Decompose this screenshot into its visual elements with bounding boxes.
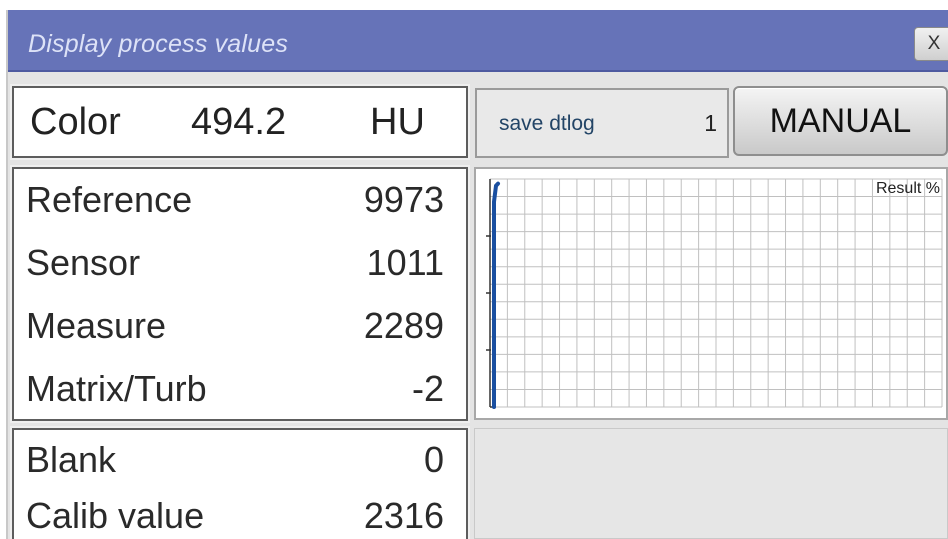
matrix-turb-value: -2 <box>411 368 444 409</box>
color-value: 494.2 <box>191 101 287 143</box>
color-label: Color <box>30 101 121 143</box>
sensor-value: 1011 <box>366 242 444 283</box>
calibration-panel: Blank 0 Calib value 2316 <box>10 426 470 539</box>
measure-value: 2289 <box>363 305 444 346</box>
result-chart-svg: Result % <box>486 178 943 409</box>
color-panel: Color 494.2 HU <box>10 84 470 160</box>
save-dtlog-label: save dtlog <box>499 112 595 135</box>
empty-panel <box>474 428 948 539</box>
close-button[interactable]: X <box>914 27 948 61</box>
blank-value: 0 <box>423 439 444 480</box>
chart-title: Result % <box>876 180 940 197</box>
matrix-turb-label: Matrix/Turb <box>26 368 207 409</box>
result-series-line <box>492 181 500 409</box>
save-dtlog-count: 1 <box>704 110 717 136</box>
color-unit: HU <box>370 101 425 143</box>
window-title: Display process values <box>28 30 289 58</box>
reference-value: 9973 <box>363 179 444 220</box>
manual-mode-button[interactable]: MANUAL <box>733 86 948 156</box>
title-bar: Display process values <box>8 10 948 72</box>
blank-label: Blank <box>26 439 117 480</box>
measure-label: Measure <box>26 305 167 346</box>
save-dtlog-field[interactable]: save dtlog 1 <box>475 88 729 158</box>
result-chart: Result % <box>474 167 948 420</box>
reference-label: Reference <box>26 179 193 220</box>
calib-value-label: Calib value <box>26 495 205 536</box>
measurements-panel: Reference 9973 Sensor 1011 Measure 2289 … <box>10 165 470 423</box>
calib-value-value: 2316 <box>363 495 444 536</box>
sensor-label: Sensor <box>26 242 141 283</box>
